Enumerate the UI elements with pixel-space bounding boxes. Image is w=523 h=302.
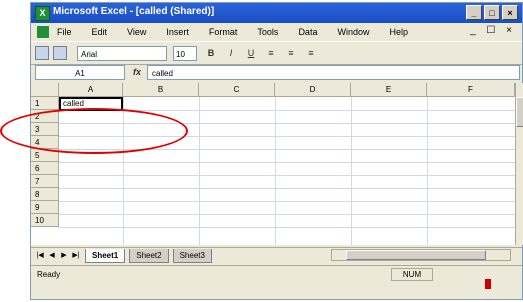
formula-input[interactable]: called xyxy=(147,64,520,80)
menu-insert[interactable]: Insert xyxy=(166,27,189,37)
num-lock-indicator: NUM xyxy=(391,268,433,281)
gridline xyxy=(199,97,200,245)
window-title: Microsoft Excel - [called (Shared)] xyxy=(53,6,215,17)
title-bar: X Microsoft Excel - [called (Shared)] _ … xyxy=(31,3,522,23)
align-right-button[interactable]: ≡ xyxy=(305,47,317,59)
column-header-b[interactable]: B xyxy=(123,83,199,97)
select-all-corner[interactable] xyxy=(31,83,59,97)
document-controls[interactable]: _ ☐ × xyxy=(470,25,516,36)
sheet-nav-buttons: |◀ ◀ ▶ ▶| xyxy=(35,250,81,262)
menu-view[interactable]: View xyxy=(127,27,146,37)
gridline xyxy=(59,201,515,202)
horizontal-scroll-thumb[interactable] xyxy=(346,250,486,260)
formula-bar: A1 fx called xyxy=(31,63,522,81)
column-header-e[interactable]: E xyxy=(351,83,427,97)
resize-grip[interactable] xyxy=(510,267,520,277)
minimize-button[interactable]: _ xyxy=(466,5,482,20)
row-header-6[interactable]: 6 xyxy=(31,162,59,175)
menu-format[interactable]: Format xyxy=(209,27,238,37)
name-box[interactable]: A1 xyxy=(35,64,125,80)
tab-sheet3[interactable]: Sheet3 xyxy=(172,249,212,263)
italic-button[interactable]: I xyxy=(225,47,237,59)
row-header-8[interactable]: 8 xyxy=(31,188,59,201)
excel-app-icon: X xyxy=(35,6,50,21)
vertical-scroll-thumb[interactable] xyxy=(516,97,523,127)
menu-data[interactable]: Data xyxy=(298,27,317,37)
close-button[interactable]: × xyxy=(502,5,518,20)
gridline xyxy=(59,188,515,189)
toolbar-options-icon[interactable] xyxy=(53,46,67,60)
gridline xyxy=(275,97,276,245)
gridline xyxy=(427,97,428,245)
menu-help[interactable]: Help xyxy=(389,27,408,37)
bold-button[interactable]: B xyxy=(205,47,217,59)
column-header-d[interactable]: D xyxy=(275,83,351,97)
fx-icon[interactable]: fx xyxy=(133,67,141,77)
tab-sheet2[interactable]: Sheet2 xyxy=(129,249,169,263)
gridline xyxy=(59,214,515,215)
highlight-circle-annotation xyxy=(0,108,188,154)
align-center-button[interactable]: ≡ xyxy=(285,47,297,59)
prev-sheet-button[interactable]: ◀ xyxy=(47,250,57,262)
gridline xyxy=(59,162,515,163)
gridline xyxy=(351,97,352,245)
window-controls: _ □ × xyxy=(466,5,518,20)
next-sheet-button[interactable]: ▶ xyxy=(59,250,69,262)
status-text: Ready xyxy=(37,269,61,279)
row-header-9[interactable]: 9 xyxy=(31,201,59,214)
save-icon[interactable] xyxy=(35,46,49,60)
menu-edit[interactable]: Edit xyxy=(92,27,108,37)
column-header-c[interactable]: C xyxy=(199,83,275,97)
column-header-f[interactable]: F xyxy=(427,83,515,97)
formatting-toolbar: Arial 10 B I U ≡ ≡ ≡ xyxy=(31,41,522,65)
first-sheet-button[interactable]: |◀ xyxy=(35,250,45,262)
row-header-1[interactable]: 1 xyxy=(31,97,59,110)
menu-window[interactable]: Window xyxy=(337,27,369,37)
horizontal-scrollbar[interactable] xyxy=(331,249,511,261)
workbook-icon[interactable] xyxy=(37,26,49,38)
font-name-select[interactable]: Arial xyxy=(77,45,167,61)
font-size-select[interactable]: 10 xyxy=(173,45,197,61)
menu-file[interactable]: File xyxy=(57,27,72,37)
column-header-a[interactable]: A xyxy=(59,83,123,97)
status-bar: Ready NUM xyxy=(31,265,522,282)
underline-button[interactable]: U xyxy=(245,47,257,59)
gridline xyxy=(59,175,515,176)
row-header-7[interactable]: 7 xyxy=(31,175,59,188)
restore-button[interactable]: □ xyxy=(484,5,500,20)
tab-sheet1[interactable]: Sheet1 xyxy=(85,249,126,263)
gridline xyxy=(59,227,515,228)
align-left-button[interactable]: ≡ xyxy=(265,47,277,59)
menu-bar: File Edit View Insert Format Tools Data … xyxy=(31,23,522,41)
vertical-scrollbar[interactable] xyxy=(515,83,523,245)
menu-tools[interactable]: Tools xyxy=(257,27,278,37)
last-sheet-button[interactable]: ▶| xyxy=(71,250,81,262)
row-header-10[interactable]: 10 xyxy=(31,214,59,227)
status-red-marker xyxy=(485,279,491,289)
